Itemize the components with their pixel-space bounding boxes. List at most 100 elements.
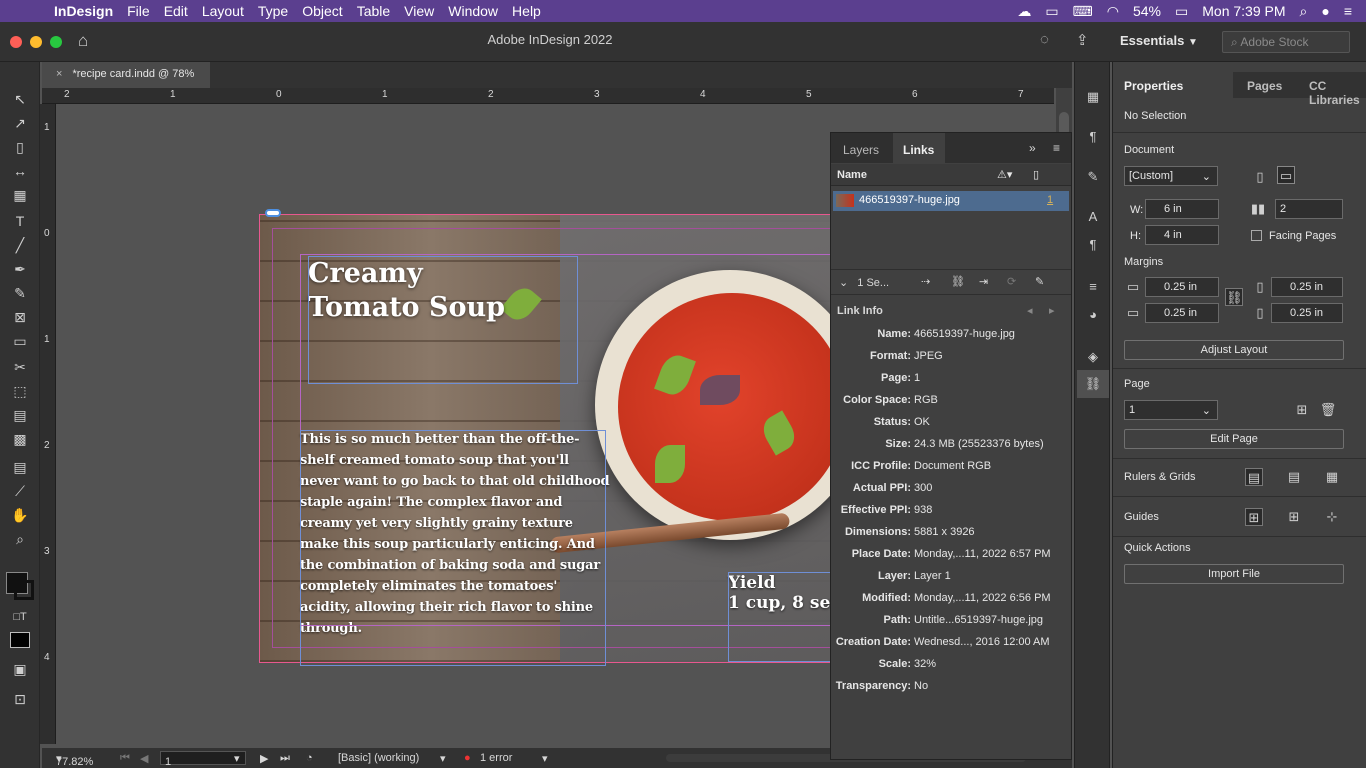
recipe-yield[interactable]: Yield 1 cup, 8 serv xyxy=(728,573,830,613)
tab-cc-libraries[interactable]: CC Libraries xyxy=(1309,72,1366,107)
clock[interactable]: Mon 7:39 PM xyxy=(1202,3,1285,19)
smart-guides-icon[interactable]: ⊹ xyxy=(1323,508,1341,526)
trash-icon[interactable]: 🗑 xyxy=(1319,401,1337,419)
document-grid-icon[interactable]: ▦ xyxy=(1323,468,1341,486)
content-grabber-icon[interactable] xyxy=(265,209,281,217)
gradient-feather-tool-icon[interactable]: ▩ xyxy=(10,430,30,448)
margin-left-field[interactable]: 0.25 in xyxy=(1271,277,1343,297)
formatting-affects-text-icon[interactable]: □T xyxy=(10,608,30,626)
menu-help[interactable]: Help xyxy=(512,3,541,19)
preflight-profile-dropdown-icon[interactable]: ▾ xyxy=(440,752,446,765)
rectangle-tool-icon[interactable]: ▭ xyxy=(10,332,30,350)
lightbulb-icon[interactable]: ◌ xyxy=(1040,31,1049,48)
link-info-header[interactable]: Link Info ◂ ▸ xyxy=(831,299,1071,321)
pencil-tool-icon[interactable]: ✎ xyxy=(10,284,30,302)
eyedropper-tool-icon[interactable]: ⟋ xyxy=(10,482,30,500)
last-page-button[interactable]: ⏭ xyxy=(280,752,290,765)
tab-properties[interactable]: Properties xyxy=(1113,72,1233,98)
zoom-tool-icon[interactable]: ⌕ xyxy=(10,530,30,548)
rectangle-frame-tool-icon[interactable]: ⊠ xyxy=(10,308,30,326)
update-link-icon[interactable]: ⟳ xyxy=(1007,275,1016,288)
relink-icon[interactable]: ⛓ xyxy=(951,275,965,288)
screen-mode-icon[interactable]: ▣ xyxy=(10,660,30,678)
airplay-icon[interactable]: ▭ xyxy=(1045,3,1058,20)
direct-selection-tool-icon[interactable]: ↗ xyxy=(10,114,30,132)
facing-pages-checkbox[interactable] xyxy=(1251,230,1262,241)
page-count-field[interactable]: 2 xyxy=(1275,199,1343,219)
view-mode-icon[interactable]: ⊡ xyxy=(10,690,30,708)
character-panel-icon[interactable]: A xyxy=(1084,208,1102,226)
document-tab[interactable]: × *recipe card.indd @ 78% xyxy=(42,62,210,88)
warning-column-icon[interactable]: ⚠▾ xyxy=(997,168,1012,181)
adjust-layout-button[interactable]: Adjust Layout xyxy=(1124,340,1344,360)
stroke-panel-icon[interactable]: ≡ xyxy=(1084,278,1102,296)
link-margins-icon[interactable]: ⛓ xyxy=(1225,288,1243,306)
zoom-level[interactable]: 77.82% ▾ xyxy=(56,752,93,768)
margin-right-field[interactable]: 0.25 in xyxy=(1271,303,1343,323)
close-tab-icon[interactable]: × xyxy=(56,68,62,80)
relink-from-cc-icon[interactable]: ⇢ xyxy=(921,275,930,288)
document-preset-select[interactable]: [Custom] ⌄ xyxy=(1124,166,1218,186)
previous-link-icon[interactable]: ◂ xyxy=(1027,304,1033,317)
note-tool-icon[interactable]: ▤ xyxy=(10,458,30,476)
vertical-ruler[interactable]: 1 0 1 2 3 4 xyxy=(40,104,56,744)
keyboard-icon[interactable]: ⌨ xyxy=(1073,3,1093,20)
panel-menu-icon[interactable]: ≡ xyxy=(1053,141,1060,155)
spotlight-search-icon[interactable]: ⌕ xyxy=(1300,3,1308,20)
menu-window[interactable]: Window xyxy=(448,3,498,19)
margin-bottom-field[interactable]: 0.25 in xyxy=(1145,303,1219,323)
page-column-icon[interactable]: ▯ xyxy=(1033,168,1039,181)
preflight-profile[interactable]: [Basic] (working) xyxy=(338,752,419,764)
tab-layers[interactable]: Layers xyxy=(843,133,879,163)
landscape-orientation-icon[interactable]: ▭ xyxy=(1277,166,1295,184)
menu-indesign[interactable]: InDesign xyxy=(54,3,113,19)
adobe-stock-search[interactable]: ⌕ Adobe Stock xyxy=(1222,31,1350,53)
layers-panel-icon[interactable]: ◈ xyxy=(1084,348,1102,366)
tab-links[interactable]: Links xyxy=(893,133,945,163)
creative-cloud-icon[interactable]: ☁ xyxy=(1017,3,1031,20)
stroke-swatch[interactable] xyxy=(14,580,34,600)
edit-page-button[interactable]: Edit Page xyxy=(1124,429,1344,449)
page-number-dropdown-icon[interactable]: ▾ xyxy=(234,752,240,765)
menu-edit[interactable]: Edit xyxy=(164,3,188,19)
height-field[interactable]: 4 in xyxy=(1145,225,1219,245)
type-tool-icon[interactable]: T xyxy=(10,212,30,230)
menu-table[interactable]: Table xyxy=(357,3,390,19)
share-icon[interactable]: ⇪ xyxy=(1076,31,1089,49)
width-field[interactable]: 6 in xyxy=(1145,199,1219,219)
link-page-number[interactable]: 1 xyxy=(1047,194,1053,206)
character-styles-icon[interactable]: ✎ xyxy=(1084,168,1102,186)
horizontal-ruler[interactable]: 2 1 0 1 2 3 4 5 6 7 xyxy=(42,88,1054,104)
pages-panel-icon[interactable]: ▦ xyxy=(1084,88,1102,106)
wifi-icon[interactable]: ◠ xyxy=(1107,3,1119,20)
previous-page-button[interactable]: ◀ xyxy=(140,752,148,765)
menu-type[interactable]: Type xyxy=(258,3,288,19)
control-center-icon[interactable]: ≡ xyxy=(1344,3,1352,19)
hand-tool-icon[interactable]: ✋ xyxy=(10,506,30,524)
selection-tool-icon[interactable]: ↖ xyxy=(10,90,30,108)
pen-tool-icon[interactable]: ✒ xyxy=(10,260,30,278)
swatches-panel-icon[interactable]: ◕ xyxy=(1084,306,1102,324)
recipe-title[interactable]: Creamy Tomato Soup xyxy=(308,257,505,325)
import-file-button[interactable]: Import File xyxy=(1124,564,1344,584)
show-guides-icon[interactable]: ⊞ xyxy=(1245,508,1263,526)
menu-object[interactable]: Object xyxy=(302,3,342,19)
links-panel-button[interactable]: ⛓ xyxy=(1077,370,1109,398)
tab-pages[interactable]: Pages xyxy=(1247,72,1282,98)
menu-file[interactable]: File xyxy=(127,3,150,19)
gap-tool-icon[interactable]: ↔ xyxy=(10,162,30,180)
go-to-link-icon[interactable]: ⇥ xyxy=(979,275,988,288)
add-page-icon[interactable]: ⊞ xyxy=(1293,401,1311,419)
paragraph-panel-icon[interactable]: ¶ xyxy=(1084,128,1102,146)
menu-view[interactable]: View xyxy=(404,3,434,19)
margin-top-field[interactable]: 0.25 in xyxy=(1145,277,1219,297)
recipe-description[interactable]: This is so much better than the off-the-… xyxy=(300,429,610,639)
next-page-button[interactable]: ▶ xyxy=(260,752,268,765)
links-column-header[interactable]: Name ⚠▾ ▯ xyxy=(831,164,1071,186)
recipe-page-image-frame[interactable]: Creamy Tomato Soup This is so much bette… xyxy=(260,215,830,662)
rulers-icon[interactable]: ▤ xyxy=(1245,468,1263,486)
first-page-button[interactable]: ⏮ xyxy=(120,752,130,765)
apply-color-button[interactable] xyxy=(10,632,30,648)
error-count[interactable]: 1 error xyxy=(480,752,512,764)
preflight-icon[interactable]: ◔ xyxy=(306,752,313,764)
